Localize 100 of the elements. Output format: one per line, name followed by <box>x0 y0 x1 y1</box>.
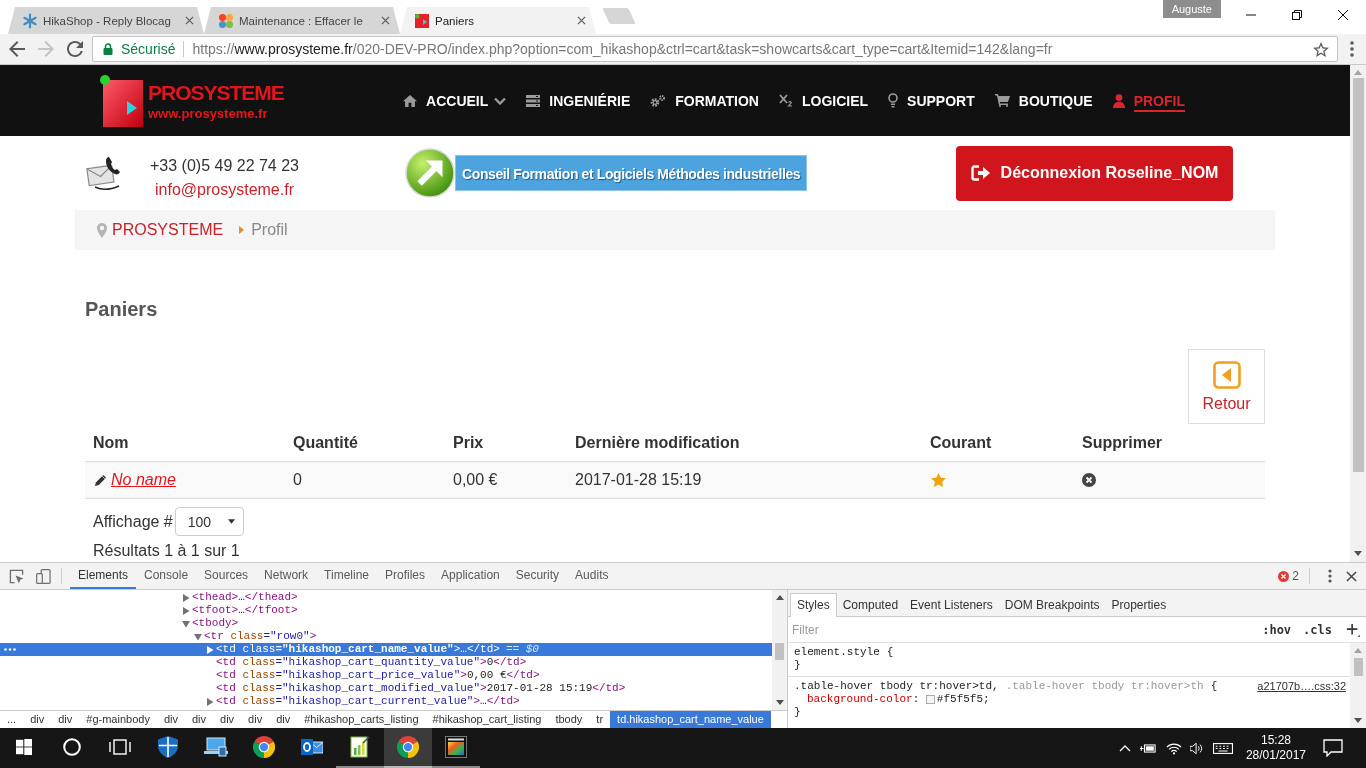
scroll-down-arrow-icon[interactable] <box>1354 551 1362 556</box>
clock-time[interactable]: 15:28 <box>1260 733 1291 748</box>
scrollbar[interactable] <box>1350 643 1366 728</box>
breadcrumb-item[interactable]: PROSYSTEME <box>112 221 224 239</box>
device-toggle-icon[interactable] <box>36 568 51 584</box>
dom-node[interactable]: <td class="hikashop_cart_modified_value">2017-01-28 15:19</td> <box>206 682 626 695</box>
bookmark-star-icon[interactable] <box>1313 41 1329 57</box>
restore-icon[interactable] <box>1292 10 1302 20</box>
chevron-up-icon[interactable] <box>1118 744 1131 752</box>
nav-link[interactable]: SUPPORT <box>888 89 975 112</box>
nav-link[interactable]: INGENIÉRIE <box>526 89 631 112</box>
devtools-tab[interactable]: Security <box>507 563 568 589</box>
element-path-item[interactable]: div <box>51 711 80 728</box>
clock-date[interactable]: 28/01/2017 <box>1245 748 1306 763</box>
nav-link[interactable]: FORMATION <box>650 89 759 112</box>
element-path-item[interactable]: div <box>269 711 298 728</box>
dom-node[interactable]: <tfoot>…</tfoot> <box>182 604 298 617</box>
browser-tab[interactable]: Maintenance : Effacer le <box>204 7 400 34</box>
scroll-down-arrow-icon[interactable] <box>775 700 784 705</box>
element-path-item[interactable]: ... <box>0 711 24 728</box>
back-arrow-icon[interactable] <box>9 41 25 57</box>
nav-link[interactable]: PROFIL <box>1112 89 1185 112</box>
more-icon[interactable] <box>1328 569 1332 583</box>
right-triangle-icon[interactable] <box>206 697 214 706</box>
email-link[interactable]: info@prosysteme.fr <box>155 178 294 202</box>
element-path-item[interactable]: div <box>213 711 242 728</box>
scrollbar[interactable] <box>1350 65 1366 562</box>
scrollbar-thumb[interactable] <box>1353 658 1363 676</box>
devtools-tab[interactable]: Profiles <box>377 563 434 589</box>
down-triangle-icon[interactable] <box>182 619 190 628</box>
element-path-item[interactable]: div <box>23 711 52 728</box>
element-path-item[interactable]: tbody <box>548 711 590 728</box>
dom-node[interactable]: <tbody> <box>182 617 239 630</box>
sidebar-tab[interactable]: Styles <box>790 593 837 617</box>
devtools-tab[interactable]: Network <box>256 563 317 589</box>
devtools-tab[interactable]: Sources <box>196 563 257 589</box>
scroll-up-arrow-icon[interactable] <box>775 595 784 600</box>
devtools-tab[interactable]: Elements <box>70 563 137 589</box>
filter-toggle[interactable]: .cls <box>1303 622 1332 637</box>
cart-name-link[interactable]: No name <box>111 471 176 489</box>
close-icon[interactable] <box>1346 570 1357 582</box>
devtools-tab[interactable]: Timeline <box>316 563 377 589</box>
battery-icon[interactable] <box>1139 742 1156 754</box>
nav-link[interactable]: ACCUEIL <box>403 89 507 112</box>
element-path-item[interactable]: #hikashop_cart_listing <box>425 711 549 728</box>
down-triangle-icon[interactable] <box>194 632 202 641</box>
keyboard-icon[interactable] <box>1212 742 1233 754</box>
sidebar-tab[interactable]: Properties <box>1105 594 1173 616</box>
scrollbar-thumb[interactable] <box>1352 78 1364 472</box>
delete-icon[interactable] <box>1082 473 1096 487</box>
element-path-item[interactable]: div <box>156 711 185 728</box>
filter-field[interactable]: Filter <box>792 620 952 639</box>
dom-node[interactable]: <td class="hikashop_cart_name_value">…</td> == $0 <box>206 643 539 656</box>
close-icon[interactable] <box>1338 10 1348 20</box>
browser-tab[interactable]: Paniers <box>400 7 596 34</box>
browser-tab[interactable]: HikaShop - Reply Blocag <box>8 7 204 34</box>
filter-toggle[interactable]: :hov <box>1262 622 1292 637</box>
notification-icon[interactable] <box>1323 739 1343 757</box>
address-bar[interactable]: Sécurisé https://www.prosysteme.fr/020-DEV-PRO/index.php?option=com_hikashop&ctrl=cart&task=showcarts&cart_type=cart&Itemid=142&lang=fr <box>92 36 1338 62</box>
logout-button[interactable]: Déconnexion Roseline_NOM <box>956 145 1233 201</box>
add-icon[interactable] <box>1346 622 1360 637</box>
element-path-item[interactable]: tr <box>589 711 611 728</box>
element-path-item[interactable]: #hikashop_carts_listing <box>297 711 426 728</box>
dom-node[interactable]: <td class="hikashop_cart_current_value">…</td> <box>206 695 520 708</box>
error-count[interactable]: 2 <box>1292 569 1299 583</box>
color-swatch-icon[interactable] <box>925 695 935 704</box>
element-path-item[interactable]: div <box>184 711 213 728</box>
right-triangle-icon[interactable] <box>206 645 214 654</box>
source-link[interactable]: a21707b….css:32 <box>1257 680 1346 693</box>
element-path-item[interactable]: td.hikashop_cart_name_value <box>610 711 771 728</box>
reload-icon[interactable] <box>67 41 83 57</box>
pencil-icon[interactable] <box>94 473 107 487</box>
nav-link[interactable]: BOUTIQUE <box>994 89 1093 112</box>
inspect-icon[interactable] <box>9 568 24 584</box>
devtools-tab[interactable]: Application <box>433 563 508 589</box>
right-triangle-icon[interactable] <box>182 593 190 602</box>
dom-node[interactable]: <thead>…</thead> <box>182 591 298 604</box>
scrollbar-thumb[interactable] <box>775 643 784 660</box>
scroll-down-arrow-icon[interactable] <box>1354 718 1362 723</box>
right-triangle-icon[interactable] <box>182 606 190 615</box>
dom-node[interactable]: <tr class="row0"> <box>194 630 317 643</box>
nav-link[interactable]: LOGICIEL <box>778 89 869 112</box>
more-dots-icon[interactable] <box>4 648 16 651</box>
sidebar-tab[interactable]: Event Listeners <box>904 594 999 616</box>
dom-node[interactable]: <td class="hikashop_cart_price_value">0,00 €</td> <box>206 669 540 682</box>
speaker-icon[interactable] <box>1189 741 1204 755</box>
menu-icon[interactable] <box>1350 41 1354 57</box>
sidebar-tab[interactable]: Computed <box>836 594 905 616</box>
dom-node[interactable]: <td class="hikashop_cart_quantity_value">0</td> <box>206 656 527 669</box>
element-path-item[interactable]: div <box>241 711 270 728</box>
back-button[interactable]: Retour <box>1188 349 1265 424</box>
per-page-select[interactable]: 100 <box>174 507 244 536</box>
taskbar-button[interactable] <box>384 728 432 768</box>
devtools-tab[interactable]: Console <box>136 563 197 589</box>
wifi-icon[interactable] <box>1165 741 1182 755</box>
scrollbar[interactable] <box>772 590 787 710</box>
devtools-tab[interactable]: Audits <box>567 563 617 589</box>
sidebar-tab[interactable]: DOM Breakpoints <box>998 594 1106 616</box>
element-path-item[interactable]: #g-mainbody <box>79 711 157 728</box>
error-icon[interactable] <box>1278 570 1290 582</box>
